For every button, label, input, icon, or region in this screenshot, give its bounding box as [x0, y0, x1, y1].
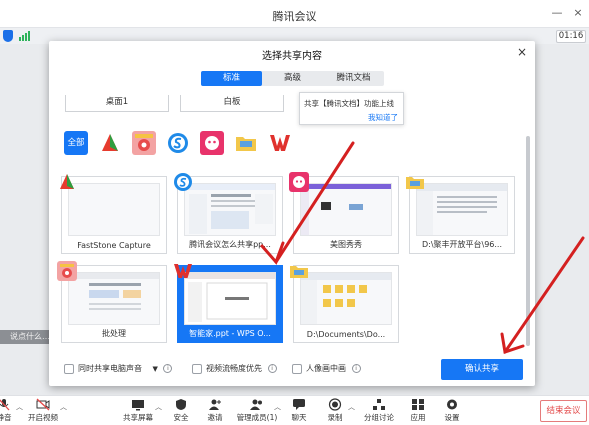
toolbar-label: 邀请	[207, 413, 223, 422]
share-screen-icon	[132, 400, 144, 411]
toolbar-label: 开启视频	[28, 413, 58, 422]
toolbar-label: 聊天	[291, 413, 307, 422]
record-icon	[328, 398, 342, 411]
annotation-arrow-to-confirm	[503, 236, 585, 354]
annotation-arrows	[260, 141, 585, 354]
caret-up-icon[interactable]: ︿	[274, 402, 281, 412]
members-icon	[250, 399, 262, 410]
gear-icon	[447, 399, 457, 410]
toolbar-label: 分组讨论	[364, 413, 394, 422]
apps-icon	[412, 399, 424, 410]
chat-icon	[293, 399, 305, 410]
mic-icon	[0, 399, 10, 411]
manage-members-button[interactable]: 管理成员(1)	[236, 398, 278, 425]
meeting-toolbar: 静音 ︿ 开启视频 ︿ 共享屏幕 ︿ 安全 邀请 管理成员(1) ︿ 聊天 录制…	[0, 395, 589, 425]
caret-up-icon[interactable]: ︿	[16, 402, 23, 412]
toolbar-label: 安全	[173, 413, 189, 422]
chat-button[interactable]: 聊天	[288, 398, 310, 425]
annotation-arrowhead	[260, 241, 285, 265]
shield-icon	[176, 399, 186, 410]
toolbar-label: 共享屏幕	[123, 413, 153, 422]
breakout-icon	[373, 399, 385, 410]
caret-up-icon[interactable]: ︿	[60, 402, 67, 412]
caret-up-icon[interactable]: ︿	[155, 402, 162, 412]
invite-button[interactable]: 邀请	[204, 398, 226, 425]
start-video-button[interactable]: 开启视频	[27, 398, 59, 425]
caret-up-icon[interactable]: ︿	[348, 402, 355, 412]
breakout-button[interactable]: 分组讨论	[362, 398, 396, 425]
toolbar-label: 设置	[444, 413, 460, 422]
end-meeting-button[interactable]: 结束会议	[540, 400, 587, 422]
security-button[interactable]: 安全	[170, 398, 192, 425]
toolbar-label: 应用	[410, 413, 426, 422]
share-screen-button[interactable]: 共享屏幕	[122, 398, 154, 425]
record-button[interactable]: 录制	[324, 398, 346, 425]
annotation-arrow-to-wps-tile	[274, 141, 355, 264]
toolbar-label: 管理成员(1)	[236, 413, 278, 422]
toolbar-label: 静音	[0, 413, 12, 422]
camera-off-icon	[36, 398, 50, 411]
mute-button[interactable]: 静音	[0, 398, 14, 425]
toolbar-label: 录制	[327, 413, 343, 422]
invite-icon	[209, 399, 221, 410]
settings-button[interactable]: 设置	[441, 398, 463, 425]
apps-button[interactable]: 应用	[407, 398, 429, 425]
